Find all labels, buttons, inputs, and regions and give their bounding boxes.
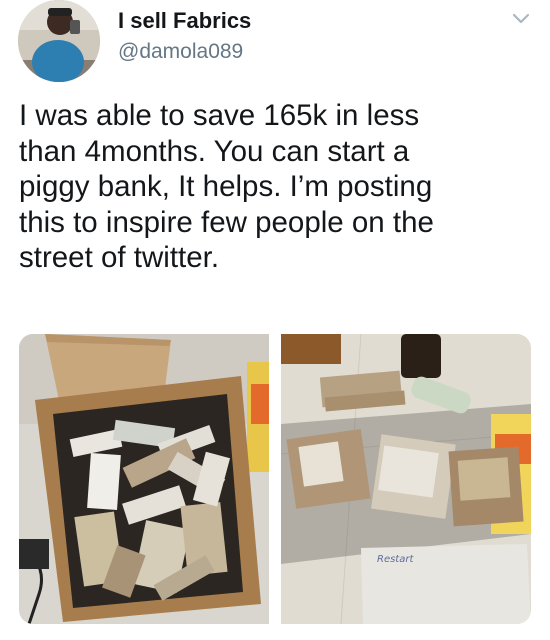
- chevron-down-icon[interactable]: [508, 6, 534, 32]
- tweet-header: I sell Fabrics @damola089: [0, 0, 550, 90]
- tweet-photo-money-box[interactable]: [19, 334, 269, 624]
- tweet-text: I was able to save 165k in less than 4mo…: [19, 99, 434, 274]
- tweet-photo-money-stacks[interactable]: Restart: [281, 334, 531, 624]
- note-text: Restart: [377, 554, 414, 565]
- display-name[interactable]: I sell Fabrics: [118, 8, 251, 34]
- avatar[interactable]: [18, 0, 100, 82]
- user-handle[interactable]: @damola089: [118, 40, 243, 64]
